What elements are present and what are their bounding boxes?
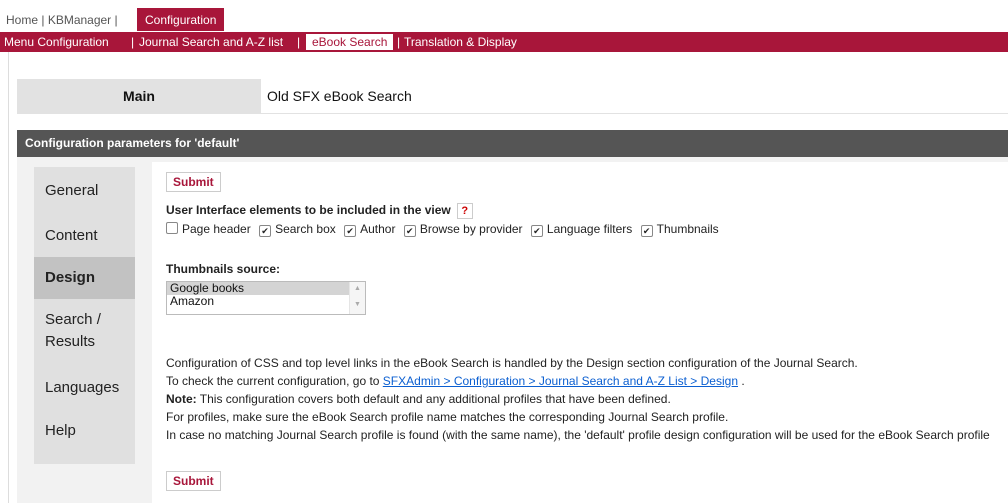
top-nav-kbmanager[interactable]: KBManager — [48, 13, 111, 27]
submit-button-bottom[interactable]: Submit — [166, 471, 221, 491]
side-nav-general[interactable]: General — [45, 182, 98, 199]
tab-row: Main Old SFX eBook Search — [17, 79, 1008, 114]
info-line-3: Note: This configuration covers both def… — [166, 392, 671, 406]
submit-button-top[interactable]: Submit — [166, 172, 221, 192]
checkbox-language-filters[interactable]: ✔ Language filters — [530, 222, 633, 237]
checkbox-thumbnails[interactable]: ✔ Thumbnails — [640, 222, 719, 237]
checkbox-page-header[interactable]: Page header — [166, 222, 251, 236]
params-header: Configuration parameters for 'default' — [17, 130, 1008, 157]
help-icon[interactable]: ? — [456, 203, 473, 219]
info-line-4: For profiles, make sure the eBook Search… — [166, 410, 729, 424]
sub-nav: Menu Configuration | Journal Search and … — [0, 32, 1008, 52]
checkbox-unchecked-icon[interactable] — [166, 222, 178, 234]
checkbox-label: Browse by provider — [419, 222, 523, 236]
checkbox-label: Thumbnails — [656, 222, 719, 236]
checkbox-checked-icon[interactable]: ✔ — [640, 225, 653, 237]
checkbox-checked-icon[interactable]: ✔ — [403, 225, 416, 237]
checkbox-checked-icon[interactable]: ✔ — [259, 225, 272, 237]
side-nav-search-results-line2[interactable]: Results — [45, 333, 95, 350]
info-line-2-suffix: . — [738, 374, 745, 388]
sub-nav-ebook-search[interactable]: eBook Search — [306, 34, 394, 50]
top-nav: Home | KBManager | Configuration — [0, 0, 1008, 32]
side-nav: General Content Design Search / Results … — [34, 167, 135, 464]
tab-old-sfx-ebook-search[interactable]: Old SFX eBook Search — [261, 79, 1008, 114]
checkbox-label: Page header — [182, 222, 251, 236]
checkbox-checked-icon[interactable]: ✔ — [344, 225, 357, 237]
top-nav-left: Home | KBManager | — [6, 13, 118, 27]
info-line-2-prefix: To check the current configuration, go t… — [166, 374, 383, 388]
listbox-scrollbar[interactable]: ▲ ▼ — [349, 282, 365, 314]
side-nav-content[interactable]: Content — [45, 227, 98, 244]
ui-elements-checkboxes: Page header ✔ Search box ✔ Author ✔ Browse … — [166, 222, 724, 237]
info-line-1: Configuration of CSS and top level links… — [166, 356, 858, 370]
top-nav-separator: | — [114, 13, 118, 27]
checkbox-label: Author — [360, 222, 396, 236]
design-config-link[interactable]: SFXAdmin > Configuration > Journal Searc… — [383, 374, 738, 388]
checkbox-label: Language filters — [546, 222, 633, 236]
thumbnails-source-label: Thumbnails source: — [166, 262, 281, 276]
checkbox-checked-icon[interactable]: ✔ — [530, 225, 543, 237]
sub-nav-journal-search[interactable]: Journal Search and A-Z list — [139, 32, 283, 52]
scroll-down-icon[interactable]: ▼ — [354, 301, 361, 308]
thumbnails-source-listbox[interactable]: Google books Amazon ▲ ▼ — [166, 281, 366, 315]
sub-nav-menu-configuration[interactable]: Menu Configuration — [4, 32, 109, 52]
ui-elements-label-text: User Interface elements to be included i… — [166, 203, 451, 218]
ui-elements-label: User Interface elements to be included i… — [166, 203, 473, 219]
sub-nav-translation[interactable]: Translation & Display — [404, 32, 517, 52]
top-nav-configuration[interactable]: Configuration — [137, 8, 225, 31]
info-line-2: To check the current configuration, go t… — [166, 374, 745, 388]
top-nav-home[interactable]: Home — [6, 13, 38, 27]
sub-nav-separator: | — [297, 35, 301, 49]
checkbox-label: Search box — [275, 222, 336, 236]
side-nav-design[interactable]: Design — [34, 257, 135, 299]
side-nav-help[interactable]: Help — [45, 422, 76, 439]
info-line-5: In case no matching Journal Search profi… — [166, 428, 990, 442]
side-nav-languages[interactable]: Languages — [45, 379, 119, 396]
sub-nav-separator: | — [131, 35, 135, 49]
tab-main[interactable]: Main — [17, 79, 261, 114]
sub-nav-separator: | — [397, 35, 401, 49]
note-label: Note: — [166, 392, 197, 406]
listbox-option-amazon[interactable]: Amazon — [167, 295, 365, 308]
checkbox-browse-by-provider[interactable]: ✔ Browse by provider — [403, 222, 523, 237]
side-nav-search-results[interactable]: Search / — [45, 311, 101, 328]
note-text: This configuration covers both default a… — [196, 392, 671, 406]
scroll-up-icon[interactable]: ▲ — [354, 285, 361, 292]
checkbox-search-box[interactable]: ✔ Search box — [259, 222, 336, 237]
checkbox-author[interactable]: ✔ Author — [344, 222, 396, 237]
